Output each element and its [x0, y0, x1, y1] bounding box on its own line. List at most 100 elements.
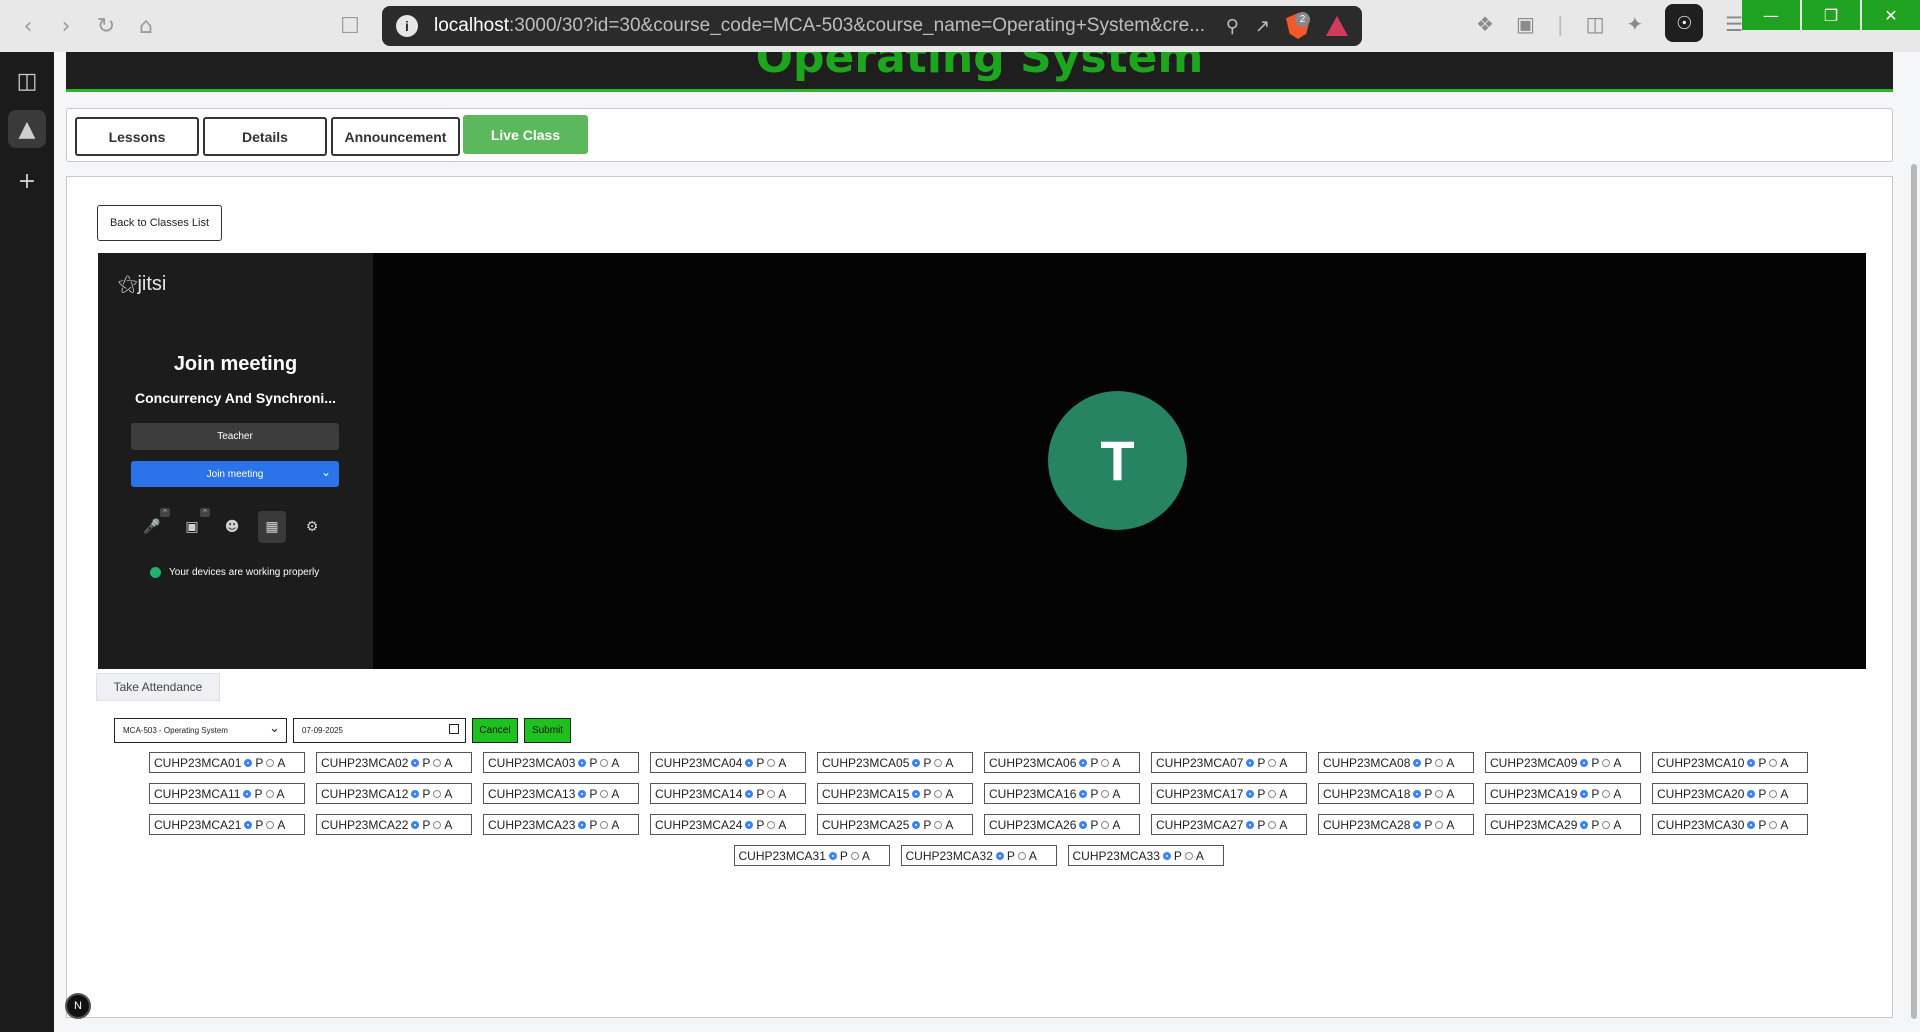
home-icon[interactable]: ⌂ — [132, 12, 160, 40]
absent-radio[interactable] — [850, 851, 859, 860]
present-radio[interactable] — [1413, 758, 1422, 767]
absent-radio[interactable] — [1769, 758, 1778, 767]
cancel-button[interactable]: Cancel — [472, 718, 518, 743]
present-radio[interactable] — [1580, 789, 1589, 798]
present-radio[interactable] — [1162, 851, 1171, 860]
present-radio[interactable] — [1747, 758, 1756, 767]
settings-icon[interactable]: ⚙ — [298, 511, 326, 543]
present-radio[interactable] — [912, 820, 921, 829]
absent-radio[interactable] — [433, 789, 442, 798]
present-radio[interactable] — [411, 820, 420, 829]
invite-icon[interactable]: ☻ — [218, 511, 246, 543]
present-radio[interactable] — [745, 758, 754, 767]
present-radio[interactable] — [1079, 758, 1088, 767]
absent-radio[interactable] — [1602, 789, 1611, 798]
absent-radio[interactable] — [1435, 758, 1444, 767]
absent-radio[interactable] — [934, 789, 943, 798]
absent-radio[interactable] — [1435, 820, 1444, 829]
minimize-button[interactable]: — — [1742, 0, 1800, 30]
date-input[interactable]: 07-09-2025 — [293, 718, 466, 743]
absent-radio[interactable] — [1101, 820, 1110, 829]
forward-icon[interactable]: › — [52, 12, 80, 40]
present-radio[interactable] — [1079, 820, 1088, 829]
microphone-icon[interactable]: 🎤 ^ — [138, 508, 170, 543]
back-to-classes-button[interactable]: Back to Classes List — [97, 205, 222, 241]
tab-lessons[interactable]: Lessons — [75, 117, 199, 156]
vpn-icon[interactable]: ☉ — [1665, 4, 1704, 42]
camera-options-icon[interactable]: ^ — [200, 508, 210, 517]
tab-live-class[interactable]: Live Class — [463, 115, 588, 154]
present-radio[interactable] — [1079, 789, 1088, 798]
present-radio[interactable] — [1747, 820, 1756, 829]
absent-radio[interactable] — [767, 820, 776, 829]
absent-radio[interactable] — [934, 820, 943, 829]
present-radio[interactable] — [244, 820, 253, 829]
absent-radio[interactable] — [1268, 789, 1277, 798]
absent-radio[interactable] — [767, 789, 776, 798]
page-scrollbar[interactable] — [1908, 52, 1920, 1032]
present-radio[interactable] — [1246, 789, 1255, 798]
absent-radio[interactable] — [433, 758, 442, 767]
sidebar-toggle-icon[interactable]: ◫ — [1586, 12, 1605, 42]
mic-options-icon[interactable]: ^ — [160, 508, 170, 517]
extensions-icon[interactable]: ❖ — [1476, 12, 1494, 42]
present-radio[interactable] — [243, 789, 252, 798]
present-radio[interactable] — [1580, 820, 1589, 829]
present-radio[interactable] — [1413, 820, 1422, 829]
jitsi-meeting-frame[interactable]: ⚝jitsi Join meeting Concurrency And Sync… — [98, 253, 1866, 669]
absent-radio[interactable] — [1184, 851, 1193, 860]
site-info-icon[interactable]: i — [396, 15, 418, 37]
present-radio[interactable] — [912, 789, 921, 798]
absent-radio[interactable] — [1769, 789, 1778, 798]
display-name-field[interactable]: Teacher — [131, 423, 339, 450]
menu-icon[interactable]: ☰ — [1725, 12, 1743, 42]
present-radio[interactable] — [411, 789, 420, 798]
absent-radio[interactable] — [1435, 789, 1444, 798]
present-radio[interactable] — [578, 758, 587, 767]
absent-radio[interactable] — [1101, 789, 1110, 798]
absent-radio[interactable] — [1268, 758, 1277, 767]
restore-button[interactable]: ❐ — [1802, 0, 1860, 30]
present-radio[interactable] — [1580, 758, 1589, 767]
present-radio[interactable] — [828, 851, 837, 860]
tab-details[interactable]: Details — [203, 117, 327, 156]
absent-radio[interactable] — [433, 820, 442, 829]
brave-rewards-icon[interactable] — [1326, 16, 1348, 36]
leo-ai-icon[interactable]: ✦ — [1627, 12, 1644, 42]
absent-radio[interactable] — [1268, 820, 1277, 829]
submit-button[interactable]: Submit — [524, 718, 571, 743]
absent-radio[interactable] — [600, 758, 609, 767]
absent-radio[interactable] — [767, 758, 776, 767]
course-select[interactable]: MCA-503 - Operating System ⌄ — [114, 718, 287, 743]
join-meeting-button[interactable]: Join meeting ⌄ — [131, 461, 339, 487]
share-icon[interactable]: ↗ — [1255, 16, 1270, 37]
absent-radio[interactable] — [600, 820, 609, 829]
absent-radio[interactable] — [266, 820, 275, 829]
background-icon[interactable]: ▦ — [258, 511, 286, 543]
address-bar[interactable]: i localhost:3000/30?id=30&course_code=MC… — [382, 6, 1362, 46]
absent-radio[interactable] — [1602, 820, 1611, 829]
present-radio[interactable] — [244, 758, 253, 767]
absent-radio[interactable] — [266, 758, 275, 767]
reload-icon[interactable]: ↻ — [92, 12, 120, 40]
sidebar-panel-icon[interactable]: ◫ — [8, 62, 46, 100]
absent-radio[interactable] — [265, 789, 274, 798]
screenshot-icon[interactable]: ▣ — [1516, 12, 1535, 42]
tab-announcement[interactable]: Announcement — [331, 117, 460, 156]
absent-radio[interactable] — [1017, 851, 1026, 860]
sidebar-app-icon[interactable]: ▲ — [8, 110, 46, 148]
close-button[interactable]: ✕ — [1862, 0, 1920, 30]
add-icon[interactable]: + — [8, 162, 46, 200]
scrollbar-thumb[interactable] — [1911, 164, 1917, 1019]
absent-radio[interactable] — [1769, 820, 1778, 829]
bookmark-icon[interactable]: ☐ — [336, 12, 364, 40]
present-radio[interactable] — [1413, 789, 1422, 798]
absent-radio[interactable] — [1602, 758, 1611, 767]
present-radio[interactable] — [411, 758, 420, 767]
present-radio[interactable] — [745, 789, 754, 798]
absent-radio[interactable] — [934, 758, 943, 767]
absent-radio[interactable] — [1101, 758, 1110, 767]
back-icon[interactable]: ‹ — [14, 12, 42, 40]
camera-icon[interactable]: ▣ ^ — [178, 508, 210, 543]
absent-radio[interactable] — [600, 789, 609, 798]
